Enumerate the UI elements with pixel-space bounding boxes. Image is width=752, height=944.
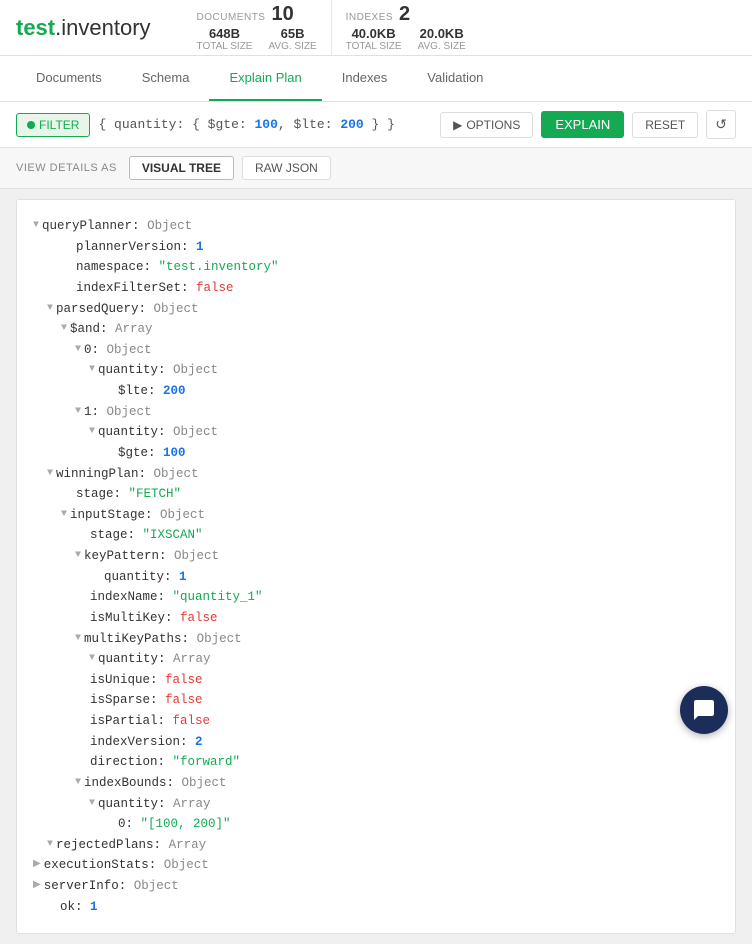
tree-row: 0: Object (33, 340, 719, 361)
toggle-multi-key-paths[interactable] (75, 631, 81, 648)
toggle-rejected-plans[interactable] (47, 837, 53, 854)
indexes-avg-size-label: AVG. SIZE (418, 41, 466, 52)
raw-json-button[interactable]: RAW JSON (242, 156, 331, 180)
toggle-quantity-lte[interactable] (89, 362, 95, 379)
explain-tree: queryPlanner: Object plannerVersion: 1 n… (33, 216, 719, 917)
indexes-label: INDEXES (346, 12, 393, 23)
tab-documents[interactable]: Documents (16, 56, 122, 101)
nav-tabs: Documents Schema Explain Plan Indexes Va… (0, 56, 752, 102)
toggle-winning-plan[interactable] (47, 466, 53, 483)
filter-bar: FILTER { quantity: { $gte: 100, $lte: 20… (0, 102, 752, 148)
header: test.inventory DOCUMENTS 10 648B TOTAL S… (0, 0, 752, 56)
tab-indexes[interactable]: Indexes (322, 56, 408, 101)
tree-row: stage: "IXSCAN" (33, 525, 719, 546)
toggle-ib-quantity[interactable] (89, 796, 95, 813)
tree-row: indexName: "quantity_1" (33, 587, 719, 608)
tree-row: 1: Object (33, 402, 719, 423)
filter-query: { quantity: { $gte: 100, $lte: 200 } } (98, 117, 432, 132)
tree-row: $and: Array (33, 319, 719, 340)
toggle-and-1[interactable] (75, 404, 81, 421)
app-title-rest: inventory (61, 15, 150, 40)
options-label: OPTIONS (466, 118, 520, 132)
tab-schema[interactable]: Schema (122, 56, 210, 101)
toggle-execution-stats[interactable] (33, 857, 41, 874)
toggle-quantity-gte[interactable] (89, 424, 95, 441)
tree-row: quantity: Array (33, 649, 719, 670)
tree-row: parsedQuery: Object (33, 299, 719, 320)
documents-count: 10 (271, 3, 293, 26)
tree-row: winningPlan: Object (33, 464, 719, 485)
tree-row: namespace: "test.inventory" (33, 257, 719, 278)
filter-label: FILTER (39, 118, 79, 132)
toggle-server-info[interactable] (33, 878, 41, 895)
indexes-total-size-label: TOTAL SIZE (346, 41, 402, 52)
header-stats: DOCUMENTS 10 648B TOTAL SIZE 65B AVG. SI… (183, 0, 736, 56)
tree-row: indexBounds: Object (33, 773, 719, 794)
tree-row: direction: "forward" (33, 752, 719, 773)
avg-size-value: 65B (281, 26, 305, 41)
tree-row: rejectedPlans: Array (33, 835, 719, 856)
toggle-key-pattern[interactable] (75, 548, 81, 565)
visual-tree-button[interactable]: VISUAL TREE (129, 156, 234, 180)
tree-row: serverInfo: Object (33, 876, 719, 897)
indexes-avg-size-value: 20.0KB (420, 26, 464, 41)
app-title: test.inventory (16, 15, 151, 41)
indexes-count: 2 (399, 3, 410, 26)
tree-row: keyPattern: Object (33, 546, 719, 567)
options-button[interactable]: ▶ OPTIONS (440, 112, 533, 138)
filter-button[interactable]: FILTER (16, 113, 90, 137)
toggle-input-stage[interactable] (61, 507, 67, 524)
tree-row: $gte: 100 (33, 443, 719, 464)
tree-row: 0: "[100, 200]" (33, 814, 719, 835)
toggle-mkp-quantity[interactable] (89, 651, 95, 668)
tree-row: executionStats: Object (33, 855, 719, 876)
indexes-total-size-value: 40.0KB (352, 26, 396, 41)
tab-explain-plan[interactable]: Explain Plan (209, 56, 321, 101)
tree-row: quantity: 1 (33, 567, 719, 588)
documents-stat: DOCUMENTS 10 648B TOTAL SIZE 65B AVG. SI… (183, 0, 332, 56)
options-arrow-icon: ▶ (453, 118, 462, 132)
avg-size-label: AVG. SIZE (268, 41, 316, 52)
total-size-label: TOTAL SIZE (197, 41, 253, 52)
tree-row: indexVersion: 2 (33, 732, 719, 753)
tab-validation[interactable]: Validation (407, 56, 503, 101)
tree-row: plannerVersion: 1 (33, 237, 719, 258)
chat-icon (692, 698, 716, 722)
tree-row: ok: 1 (33, 897, 719, 918)
tree-row: quantity: Object (33, 422, 719, 443)
toggle-parsed-query[interactable] (47, 301, 53, 318)
filter-dot (27, 121, 35, 129)
tree-row: inputStage: Object (33, 505, 719, 526)
tree-row: stage: "FETCH" (33, 484, 719, 505)
tree-row: queryPlanner: Object (33, 216, 719, 237)
chat-bubble[interactable] (680, 686, 728, 734)
toggle-query-planner[interactable] (33, 218, 39, 235)
tree-row: isSparse: false (33, 690, 719, 711)
history-button[interactable]: ↺ (706, 110, 736, 139)
toggle-and[interactable] (61, 321, 67, 338)
documents-label: DOCUMENTS (197, 12, 266, 23)
toggle-and-0[interactable] (75, 342, 81, 359)
toggle-index-bounds[interactable] (75, 775, 81, 792)
indexes-stat: INDEXES 2 40.0KB TOTAL SIZE 20.0KB AVG. … (332, 0, 480, 56)
total-size-value: 648B (209, 26, 240, 41)
tree-row: $lte: 200 (33, 381, 719, 402)
view-toggle: VIEW DETAILS AS VISUAL TREE RAW JSON (0, 148, 752, 189)
tree-row: quantity: Array (33, 794, 719, 815)
tree-row: isPartial: false (33, 711, 719, 732)
tree-row: isMultiKey: false (33, 608, 719, 629)
main-content: queryPlanner: Object plannerVersion: 1 n… (16, 199, 736, 934)
history-icon: ↺ (715, 116, 727, 132)
tree-row: quantity: Object (33, 360, 719, 381)
view-toggle-label: VIEW DETAILS AS (16, 162, 117, 174)
app-title-bold: test (16, 15, 55, 40)
tree-row: indexFilterSet: false (33, 278, 719, 299)
tree-row: isUnique: false (33, 670, 719, 691)
reset-button[interactable]: RESET (632, 112, 698, 138)
explain-button[interactable]: EXPLAIN (541, 111, 624, 138)
tree-row: multiKeyPaths: Object (33, 629, 719, 650)
